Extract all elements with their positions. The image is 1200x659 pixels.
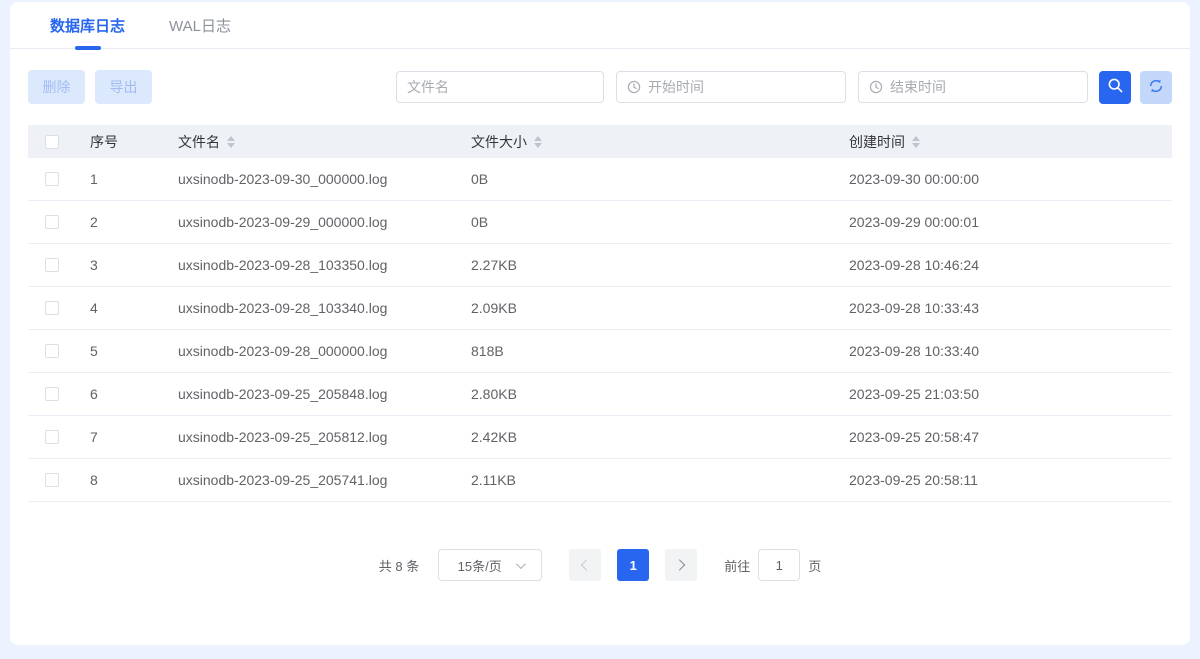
next-page-button[interactable] [665, 549, 697, 581]
table-row[interactable]: 8 uxsinodb-2023-09-25_205741.log 2.11KB … [28, 459, 1172, 502]
goto-page-input[interactable] [758, 549, 800, 581]
chevron-right-icon [674, 559, 685, 570]
cell-created: 2023-09-28 10:33:43 [835, 300, 1172, 316]
content-card: 数据库日志 WAL日志 删除 导出 [10, 2, 1190, 645]
table-row[interactable]: 4 uxsinodb-2023-09-28_103340.log 2.09KB … [28, 287, 1172, 330]
row-checkbox[interactable] [45, 172, 59, 186]
refresh-button[interactable] [1140, 71, 1172, 104]
header-created-label: 创建时间 [849, 132, 905, 152]
header-no: 序号 [76, 132, 164, 152]
tabs-bar: 数据库日志 WAL日志 [10, 2, 1190, 49]
table-row[interactable]: 6 uxsinodb-2023-09-25_205848.log 2.80KB … [28, 373, 1172, 416]
chevron-down-icon [516, 559, 526, 569]
row-checkbox[interactable] [45, 430, 59, 444]
cell-size: 2.42KB [457, 429, 835, 445]
row-checkbox[interactable] [45, 387, 59, 401]
cell-size: 2.80KB [457, 386, 835, 402]
prev-page-button[interactable] [569, 549, 601, 581]
export-button[interactable]: 导出 [95, 70, 152, 104]
table-row[interactable]: 5 uxsinodb-2023-09-28_000000.log 818B 20… [28, 330, 1172, 373]
row-checkbox[interactable] [45, 473, 59, 487]
cell-created: 2023-09-25 20:58:11 [835, 472, 1172, 488]
sort-carets-icon[interactable] [912, 136, 920, 148]
refresh-icon [1148, 78, 1164, 97]
total-count: 共 8 条 [379, 556, 419, 575]
chevron-left-icon [581, 559, 592, 570]
cell-no: 2 [76, 214, 164, 230]
row-checkbox[interactable] [45, 344, 59, 358]
toolbar: 删除 导出 [28, 70, 1172, 104]
goto-label: 前往 [724, 556, 750, 575]
cell-filename: uxsinodb-2023-09-28_000000.log [164, 343, 457, 359]
header-no-label: 序号 [90, 132, 118, 152]
cell-no: 1 [76, 171, 164, 187]
table-row[interactable]: 7 uxsinodb-2023-09-25_205812.log 2.42KB … [28, 416, 1172, 459]
sort-carets-icon[interactable] [534, 136, 542, 148]
cell-size: 818B [457, 343, 835, 359]
cell-filename: uxsinodb-2023-09-25_205812.log [164, 429, 457, 445]
start-time-input[interactable] [648, 79, 835, 95]
header-filename[interactable]: 文件名 [164, 132, 457, 152]
sort-carets-icon[interactable] [227, 136, 235, 148]
tab-database-log[interactable]: 数据库日志 [50, 2, 125, 48]
page-size-select[interactable]: 15条/页 [438, 549, 542, 581]
row-checkbox[interactable] [45, 215, 59, 229]
row-checkbox[interactable] [45, 258, 59, 272]
delete-button[interactable]: 删除 [28, 70, 85, 104]
cell-size: 0B [457, 214, 835, 230]
tab-wal-log[interactable]: WAL日志 [169, 2, 231, 48]
table-row[interactable]: 1 uxsinodb-2023-09-30_000000.log 0B 2023… [28, 158, 1172, 201]
cell-filename: uxsinodb-2023-09-28_103350.log [164, 257, 457, 273]
header-filename-label: 文件名 [178, 132, 220, 152]
cell-no: 6 [76, 386, 164, 402]
end-time-input[interactable] [890, 79, 1077, 95]
cell-no: 3 [76, 257, 164, 273]
filename-input[interactable] [407, 79, 593, 95]
pagination: 共 8 条 15条/页 1 前往 页 [10, 549, 1190, 581]
cell-no: 7 [76, 429, 164, 445]
clock-icon [869, 80, 883, 94]
cell-created: 2023-09-29 00:00:01 [835, 214, 1172, 230]
cell-created: 2023-09-30 00:00:00 [835, 171, 1172, 187]
cell-filename: uxsinodb-2023-09-28_103340.log [164, 300, 457, 316]
page-size-value: 15条/页 [458, 556, 502, 575]
cell-filename: uxsinodb-2023-09-29_000000.log [164, 214, 457, 230]
filename-input-wrap [396, 71, 604, 103]
select-all-checkbox[interactable] [45, 135, 59, 149]
end-time-input-wrap [858, 71, 1088, 103]
cell-size: 2.27KB [457, 257, 835, 273]
cell-filename: uxsinodb-2023-09-30_000000.log [164, 171, 457, 187]
cell-created: 2023-09-28 10:33:40 [835, 343, 1172, 359]
table-row[interactable]: 3 uxsinodb-2023-09-28_103350.log 2.27KB … [28, 244, 1172, 287]
search-button[interactable] [1099, 71, 1131, 104]
clock-icon [627, 80, 641, 94]
cell-created: 2023-09-25 21:03:50 [835, 386, 1172, 402]
header-size[interactable]: 文件大小 [457, 132, 835, 152]
cell-size: 0B [457, 171, 835, 187]
active-tab-underline [75, 46, 101, 50]
page-number-button[interactable]: 1 [617, 549, 649, 581]
row-checkbox[interactable] [45, 301, 59, 315]
search-icon [1107, 77, 1124, 97]
cell-created: 2023-09-28 10:46:24 [835, 257, 1172, 273]
cell-size: 2.11KB [457, 472, 835, 488]
header-size-label: 文件大小 [471, 132, 527, 152]
cell-filename: uxsinodb-2023-09-25_205848.log [164, 386, 457, 402]
cell-created: 2023-09-25 20:58:47 [835, 429, 1172, 445]
table-header-row: 序号 文件名 文件大小 创建时间 [28, 125, 1172, 158]
cell-no: 5 [76, 343, 164, 359]
tab-database-log-label: 数据库日志 [50, 15, 125, 36]
page-unit-label: 页 [808, 556, 821, 575]
table-row[interactable]: 2 uxsinodb-2023-09-29_000000.log 0B 2023… [28, 201, 1172, 244]
log-table: 序号 文件名 文件大小 创建时间 1 uxsinodb-2023-09-30_0… [28, 125, 1172, 502]
cell-size: 2.09KB [457, 300, 835, 316]
cell-no: 8 [76, 472, 164, 488]
cell-filename: uxsinodb-2023-09-25_205741.log [164, 472, 457, 488]
cell-no: 4 [76, 300, 164, 316]
start-time-input-wrap [616, 71, 846, 103]
header-created[interactable]: 创建时间 [835, 132, 1172, 152]
tab-wal-log-label: WAL日志 [169, 15, 231, 36]
